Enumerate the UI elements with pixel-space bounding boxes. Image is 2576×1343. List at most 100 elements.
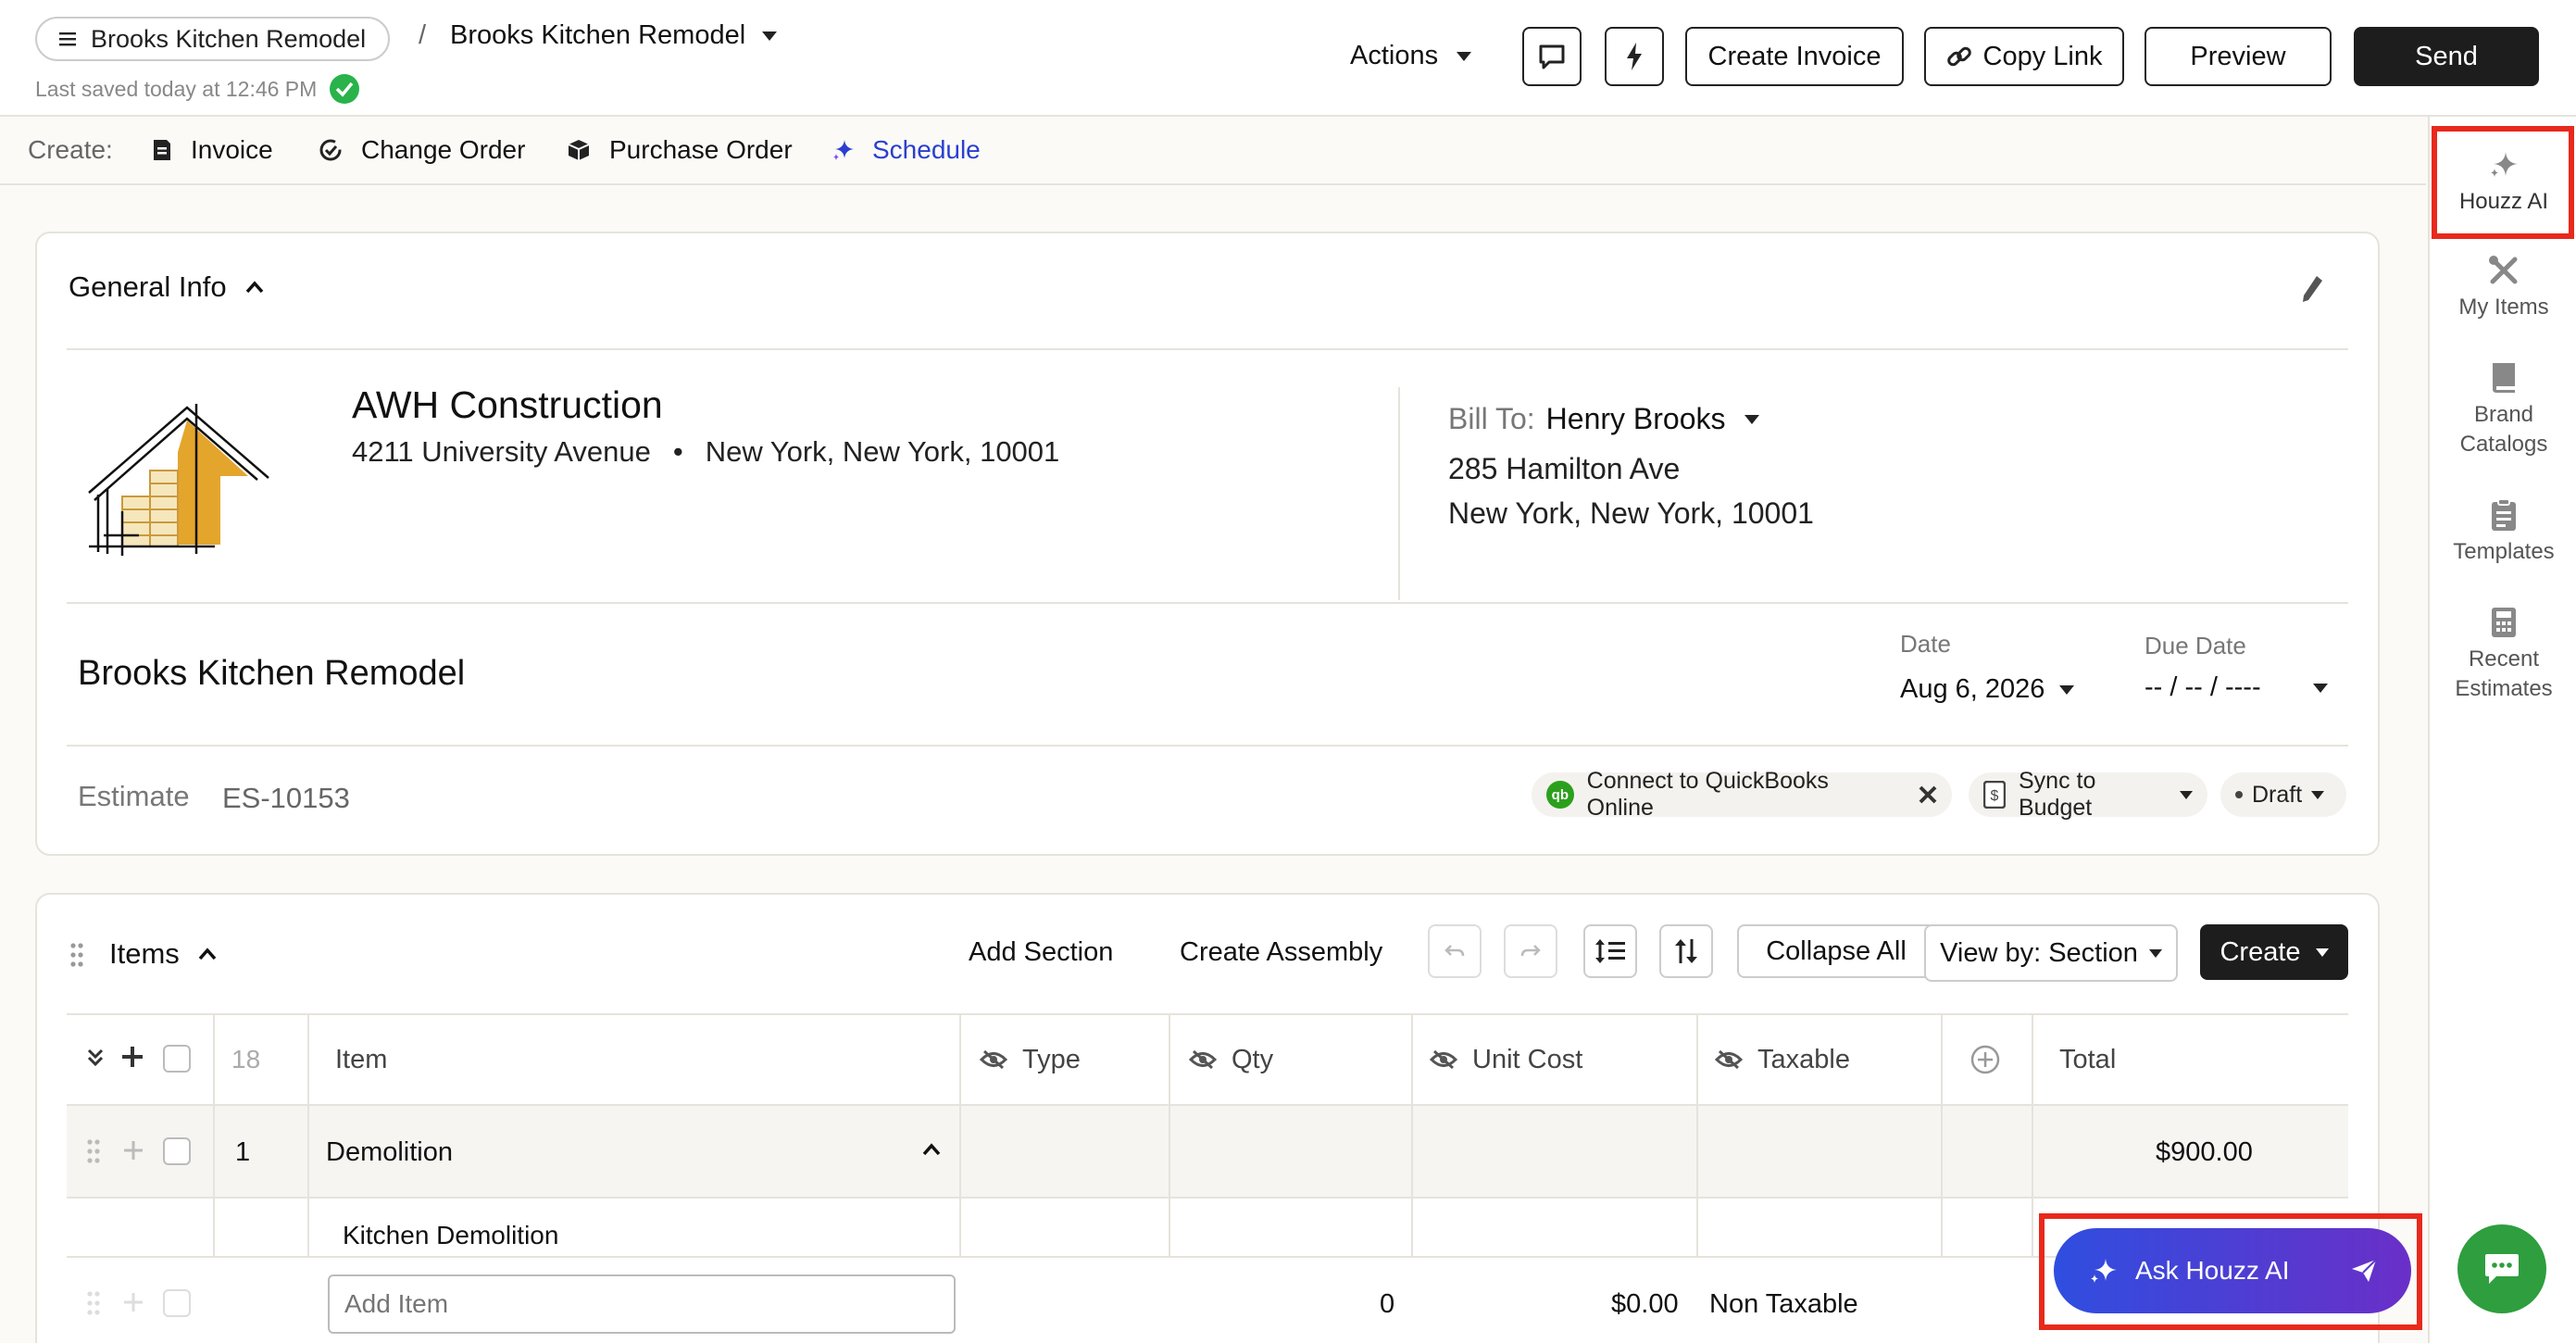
tools-icon	[2487, 254, 2520, 287]
rail-label: Recent Estimates	[2455, 646, 2553, 701]
rail-item-houzz-ai[interactable]: Houzz AI	[2430, 148, 2576, 217]
add-row-icon[interactable]	[122, 1047, 143, 1067]
preview-button[interactable]: Preview	[2145, 27, 2332, 86]
section-number: 1	[235, 1137, 251, 1167]
schedule-label: Schedule	[872, 135, 981, 164]
close-icon[interactable]	[1919, 785, 1937, 804]
items-toggle[interactable]: Items	[109, 937, 217, 971]
general-info-toggle[interactable]: General Info	[69, 270, 264, 304]
column-header-total[interactable]: Total	[2059, 1015, 2116, 1104]
caret-down-icon	[1744, 414, 1759, 424]
copy-link-button[interactable]: Copy Link	[1924, 27, 2124, 86]
eye-off-icon[interactable]	[1430, 1049, 1457, 1070]
column-header-item[interactable]: Item	[335, 1015, 387, 1104]
sort-columns-button[interactable]	[1659, 924, 1713, 978]
eye-off-icon[interactable]	[1715, 1049, 1743, 1070]
status-dropdown[interactable]: Draft	[2220, 772, 2346, 817]
select-all-checkbox[interactable]	[163, 1045, 191, 1073]
send-button[interactable]: Send	[2354, 27, 2539, 86]
chevron-up-icon[interactable]	[922, 1143, 941, 1156]
row-checkbox[interactable]	[163, 1137, 191, 1165]
view-by-label: View by: Section	[1940, 937, 2138, 968]
eye-off-icon[interactable]	[980, 1049, 1007, 1070]
drag-handle-icon[interactable]	[87, 1139, 100, 1163]
quickbooks-connect-button[interactable]: qb Connect to QuickBooks Online	[1532, 768, 1952, 821]
quick-actions-button[interactable]	[1605, 27, 1664, 86]
qty-value[interactable]: 0	[1380, 1289, 1394, 1320]
collapse-all-label: Collapse All	[1766, 935, 1907, 966]
row-border	[67, 1197, 2348, 1199]
create-item-dropdown[interactable]: Create	[2200, 924, 2348, 980]
chat-button[interactable]	[2457, 1224, 2546, 1313]
status-dot-icon	[2235, 791, 2243, 798]
unit-cost-value[interactable]: $0.00	[1611, 1289, 1679, 1320]
item-count: 18	[231, 1045, 261, 1073]
section-name: Demolition	[326, 1137, 453, 1167]
bill-to-label: Bill To:	[1448, 402, 1535, 435]
create-purchase-order-link[interactable]: Purchase Order	[567, 135, 793, 165]
collapse-all-button[interactable]: Collapse All	[1737, 924, 1935, 978]
add-row-icon[interactable]	[124, 1293, 143, 1312]
chevron-up-icon	[198, 948, 217, 960]
create-invoice-button[interactable]: Create Invoice	[1685, 27, 1904, 86]
bill-to-selector[interactable]: Bill To: Henry Brooks	[1448, 402, 1759, 436]
quickbooks-icon: qb	[1546, 781, 1574, 809]
view-by-dropdown[interactable]: View by: Section	[1924, 924, 2178, 982]
rail-item-my-items[interactable]: My Items	[2430, 254, 2576, 322]
create-invoice-link[interactable]: Invoice	[152, 135, 273, 165]
due-date-picker[interactable]: -- / -- / ----	[2145, 672, 2328, 703]
column-header-unit-cost[interactable]: Unit Cost	[1430, 1015, 1582, 1104]
check-circle-icon	[330, 74, 360, 104]
rail-item-recent-estimates[interactable]: Recent Estimates	[2430, 606, 2576, 704]
rail-label: Houzz AI	[2458, 189, 2549, 214]
drag-handle-icon[interactable]	[87, 1291, 100, 1315]
column-label: Qty	[1232, 1044, 1274, 1074]
drag-handle-icon[interactable]	[70, 943, 83, 967]
link-icon	[1946, 44, 1972, 69]
create-schedule-link[interactable]: Schedule	[832, 135, 981, 165]
due-date-value: -- / -- / ----	[2145, 672, 2261, 702]
package-icon	[567, 138, 591, 162]
expand-all-icon[interactable]	[87, 1048, 104, 1067]
eye-off-icon[interactable]	[1189, 1049, 1217, 1070]
rail-label: My Items	[2458, 295, 2549, 320]
add-column-icon[interactable]	[1970, 1045, 2000, 1074]
column-label: Type	[1022, 1044, 1081, 1074]
create-item-label: Create	[2220, 936, 2301, 967]
caret-down-icon	[762, 31, 778, 41]
caret-down-icon	[2059, 684, 2075, 695]
quickbooks-label: Connect to QuickBooks Online	[1586, 768, 1829, 821]
redo-button[interactable]	[1504, 924, 1557, 978]
create-assembly-button[interactable]: Create Assembly	[1180, 937, 1382, 968]
project-title: Brooks Kitchen Remodel	[450, 20, 746, 50]
row-checkbox[interactable]	[163, 1289, 191, 1317]
add-section-button[interactable]: Add Section	[969, 937, 1113, 968]
create-change-order-link[interactable]: Change Order	[319, 135, 525, 165]
edit-general-info-button[interactable]	[2300, 274, 2324, 304]
column-header-type[interactable]: Type	[980, 1015, 1081, 1104]
project-title-dropdown[interactable]: Brooks Kitchen Remodel	[450, 20, 778, 51]
column-header-qty[interactable]: Qty	[1189, 1015, 1273, 1104]
ask-houzz-ai-button[interactable]: Ask Houzz AI	[2054, 1228, 2411, 1313]
chevron-up-icon	[245, 281, 264, 294]
divider-vertical	[1398, 387, 1400, 600]
items-title: Items	[109, 937, 180, 970]
menu-breadcrumb-button[interactable]: Brooks Kitchen Remodel	[35, 17, 391, 61]
date-picker[interactable]: Aug 6, 2026	[1900, 674, 2075, 705]
book-icon	[2489, 361, 2519, 395]
rail-item-brand-catalogs[interactable]: Brand Catalogs	[2430, 361, 2576, 459]
add-item-input[interactable]	[328, 1274, 956, 1334]
add-row-icon[interactable]	[124, 1141, 143, 1160]
change-order-label: Change Order	[361, 135, 526, 164]
send-icon[interactable]	[2350, 1258, 2378, 1284]
undo-button[interactable]	[1428, 924, 1482, 978]
sync-to-budget-dropdown[interactable]: $ Sync to Budget	[1969, 768, 2207, 821]
line-spacing-button[interactable]	[1583, 924, 1637, 978]
actions-dropdown[interactable]: Actions	[1350, 41, 1472, 71]
taxable-value[interactable]: Non Taxable	[1709, 1289, 1858, 1320]
estimate-label: Estimate	[78, 780, 190, 812]
rail-item-templates[interactable]: Templates	[2430, 498, 2576, 567]
column-header-taxable[interactable]: Taxable	[1715, 1015, 1850, 1104]
comments-button[interactable]	[1522, 27, 1582, 86]
copy-link-label: Copy Link	[1982, 41, 2103, 71]
